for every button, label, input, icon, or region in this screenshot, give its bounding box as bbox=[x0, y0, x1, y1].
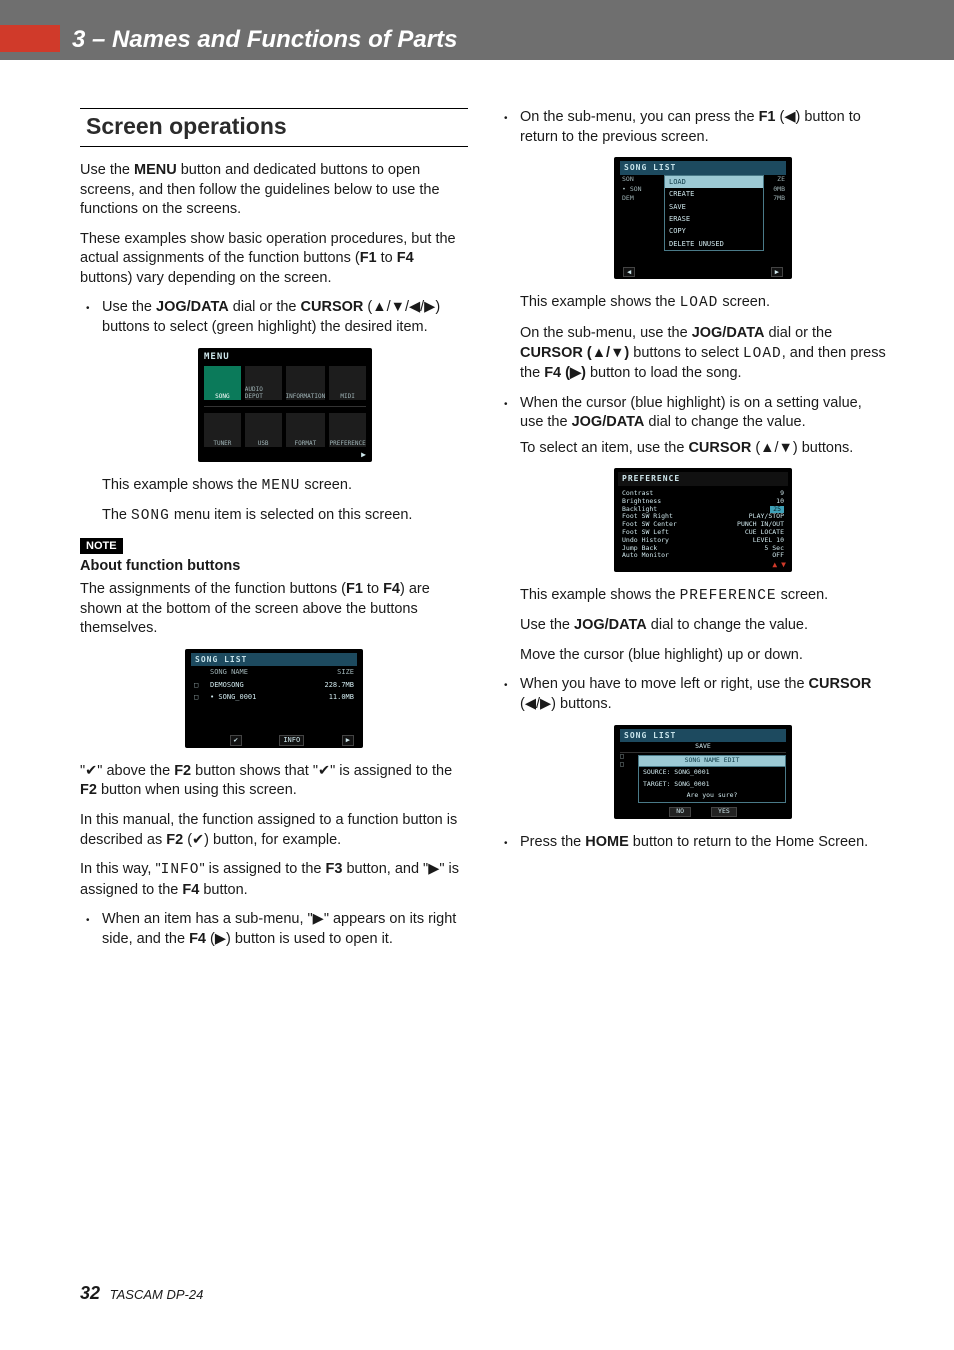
intro-para-2: These examples show basic operation proc… bbox=[80, 230, 468, 289]
bullet-submenu-back: On the sub-menu, you can press the F1 (◀… bbox=[498, 108, 886, 384]
preference-screen-figure: PREFERENCE Contrast9Brightness10Backligh… bbox=[614, 468, 792, 571]
body-content: Screen operations Use the MENU button an… bbox=[0, 60, 954, 1060]
chapter-title: 3 – Names and Functions of Parts bbox=[72, 26, 457, 60]
note-block: NOTE About function buttons The assignme… bbox=[80, 537, 468, 639]
songlist-p3: In this way, "INFO" is assigned to the F… bbox=[80, 860, 468, 900]
chapter-header: 3 – Names and Functions of Parts bbox=[0, 0, 954, 60]
songlist-p1: "✔" above the F2 button shows that "✔" i… bbox=[80, 762, 468, 801]
songlist-p2: In this manual, the function assigned to… bbox=[80, 811, 468, 850]
note-badge: NOTE bbox=[80, 538, 123, 554]
save-screen-figure: SONG LIST SAVE □□ SONG NAME EDIT SOURCE:… bbox=[614, 725, 792, 819]
accent-bar bbox=[0, 25, 60, 52]
page-number: 32 bbox=[80, 1283, 100, 1303]
note-paragraph: The assignments of the function buttons … bbox=[80, 580, 468, 639]
footer-model: TASCAM DP-24 bbox=[110, 1287, 204, 1302]
section-heading: Screen operations bbox=[80, 108, 468, 147]
bullet-jog-value: When the cursor (blue highlight) is on a… bbox=[498, 394, 886, 666]
submenu-screen-figure: SONG LIST SON• SONDEM LOADCREATESAVEERAS… bbox=[614, 157, 792, 279]
songlist-screen-figure: SONG LIST SONG NAMESIZE □DEMOSONG228.7MB… bbox=[185, 649, 363, 748]
bullet-home: Press the HOME button to return to the H… bbox=[498, 833, 886, 853]
bullet-cursor-lr: When you have to move left or right, use… bbox=[498, 675, 886, 819]
note-subtitle: About function buttons bbox=[80, 558, 468, 574]
intro-para-1: Use the MENU button and dedicated button… bbox=[80, 161, 468, 220]
bullet-jog-cursor: Use the JOG/DATA dial or the CURSOR (▲/▼… bbox=[80, 298, 468, 527]
menu-screen-figure: MENU SONGAUDIO DEPOTINFORMATIONMIDITUNER… bbox=[198, 348, 372, 462]
page-footer: 32 TASCAM DP-24 bbox=[80, 1283, 203, 1304]
bullet-submenu-open: When an item has a sub-menu, "▶" appears… bbox=[80, 910, 468, 949]
